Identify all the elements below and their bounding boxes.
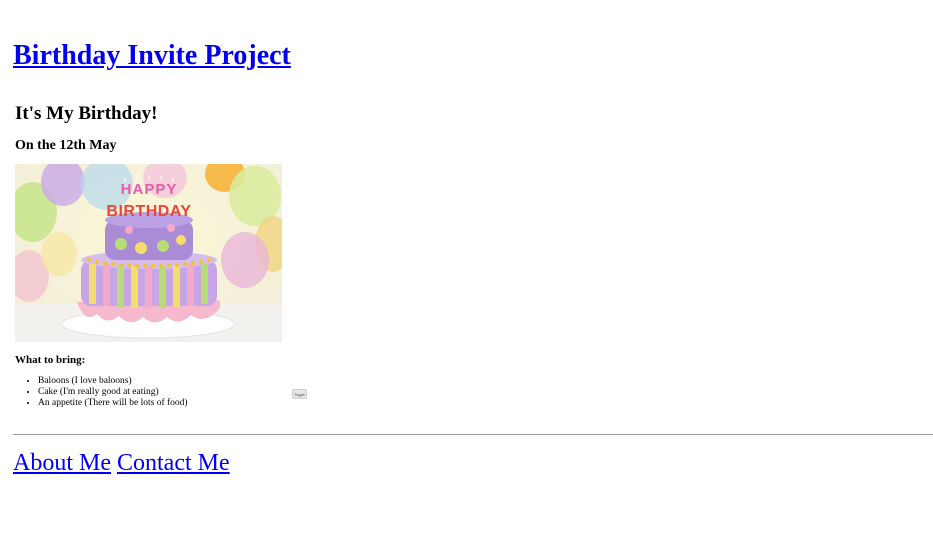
list-item: Baloons (I love baloons) <box>38 376 188 387</box>
small-button[interactable]: Toggle <box>292 389 307 399</box>
invite-section: It's My Birthday! On the 12th May <box>15 103 315 155</box>
invite-date: On the 12th May <box>15 138 117 153</box>
footer-nav: About Me Contact Me <box>13 448 230 478</box>
bring-heading: What to bring: <box>15 354 86 366</box>
bring-list: Baloons (I love baloons) Cake (I'm reall… <box>20 376 188 409</box>
svg-text:BIRTHDAY: BIRTHDAY <box>106 203 191 220</box>
birthday-cake-image: HAPPY BIRTHDAY <box>15 164 282 342</box>
contact-me-link[interactable]: Contact Me <box>117 450 230 476</box>
list-item: An appetite (There will be lots of food) <box>38 398 188 409</box>
page-title-link[interactable]: Birthday Invite Project <box>13 38 291 74</box>
divider <box>13 434 933 435</box>
list-item: Cake (I'm really good at eating) <box>38 387 188 398</box>
about-me-link[interactable]: About Me <box>13 450 111 476</box>
svg-text:HAPPY: HAPPY <box>121 181 178 198</box>
invite-heading: It's My Birthday! <box>15 103 158 124</box>
